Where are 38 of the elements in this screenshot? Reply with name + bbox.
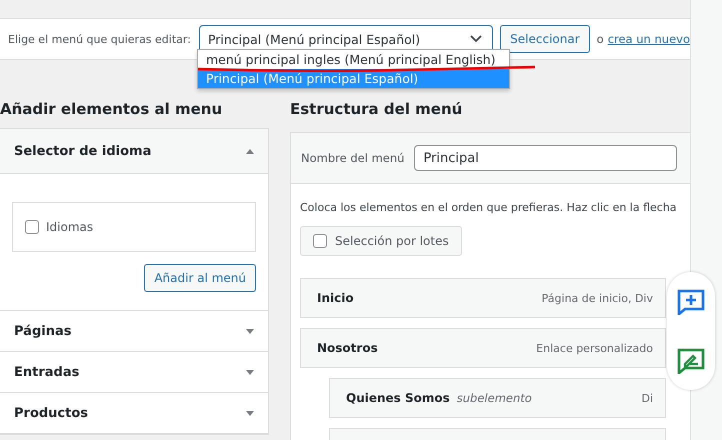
- menu-item-type: Página de inicio, Div: [542, 292, 653, 304]
- checkbox[interactable]: [313, 234, 327, 248]
- field-label: Nombre del menú: [301, 151, 404, 165]
- caret-down-icon: [246, 328, 254, 334]
- add-comment-icon[interactable]: [677, 288, 705, 314]
- accordion-title: Selector de idioma: [14, 144, 152, 158]
- menu-item[interactable]: Nosotros Enlace personalizado: [300, 328, 666, 368]
- bulk-select-toggle[interactable]: Selección por lotes: [300, 226, 462, 256]
- accordion-title: Páginas: [14, 324, 72, 338]
- instruction-text: Coloca los elementos en el orden que prefieras. Haz clic en la flecha: [300, 201, 678, 214]
- caret-down-icon: [246, 370, 254, 374]
- section-heading: Estructura del menú: [290, 100, 464, 120]
- caret-up-icon: [246, 148, 254, 154]
- accordion-title: Productos: [14, 406, 88, 420]
- edit-comment-icon[interactable]: [677, 348, 705, 374]
- dropdown-option[interactable]: menú principal ingles (Menú principal English): [198, 50, 509, 69]
- accordion-header[interactable]: Selector de idioma: [0, 129, 268, 174]
- add-to-menu-button[interactable]: Añadir al menú: [144, 264, 256, 292]
- chevron-icon: [470, 35, 482, 43]
- menu-item-title: Nosotros: [317, 341, 378, 355]
- menu-item-type: Di: [641, 392, 653, 404]
- menu-item[interactable]: Quienes Somos subelemento Di: [329, 378, 666, 418]
- create-menu-link[interactable]: crea un nuevo: [608, 32, 690, 46]
- checkbox[interactable]: [25, 220, 39, 234]
- checkbox-label: Selección por lotes: [335, 234, 449, 248]
- field-label: Elige el menú que quieras editar:: [8, 32, 191, 46]
- menu-item-title: Inicio: [317, 291, 354, 305]
- menu-name-field[interactable]: Principal: [414, 145, 678, 171]
- menu-item-note: subelemento: [456, 391, 532, 405]
- menu-item-title: Quienes Somos: [346, 391, 450, 405]
- accordion-title: Entradas: [14, 364, 80, 380]
- menu-item-type: Enlace personalizado: [536, 342, 653, 354]
- checkbox-label: Idiomas: [46, 220, 94, 234]
- separator-text: o: [596, 32, 604, 46]
- section-heading: Añadir elementos al menu: [0, 100, 224, 120]
- caret-down-icon: [246, 410, 254, 416]
- menu-item[interactable]: Inicio Página de inicio, Div: [300, 278, 666, 318]
- select-button[interactable]: Seleccionar: [500, 25, 590, 53]
